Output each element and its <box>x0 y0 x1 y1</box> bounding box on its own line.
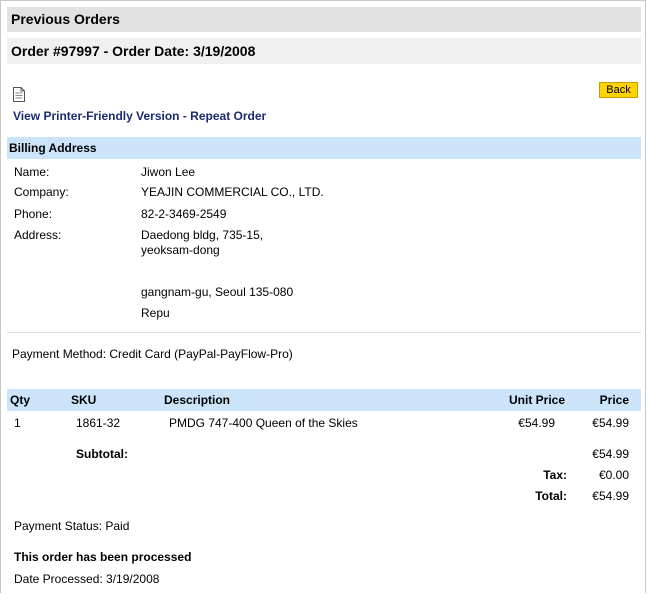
divider <box>7 332 641 333</box>
repeat-order-link[interactable]: Repeat Order <box>190 109 266 123</box>
tax-label: Tax: <box>543 468 567 482</box>
order-actions: View Printer-Friendly Version - Repeat O… <box>13 109 266 123</box>
address-line-1: Daedong bldg, 735-15, <box>141 228 264 242</box>
name-label: Name: <box>14 165 50 179</box>
payment-status: Payment Status: Paid <box>14 519 130 533</box>
row-price: €54.99 <box>592 416 629 430</box>
subtotal-value: €54.99 <box>592 447 629 461</box>
row-description: PMDG 747-400 Queen of the Skies <box>169 416 358 430</box>
items-table-header: Qty SKU Description Unit Price Price <box>7 389 641 411</box>
page-frame: Previous Orders Order #97997 - Order Dat… <box>0 0 646 593</box>
address-line-2: yeoksam-dong <box>141 243 220 257</box>
unit-price-header: Unit Price <box>508 393 565 407</box>
total-value: €54.99 <box>592 489 629 503</box>
phone-label: Phone: <box>14 207 53 221</box>
back-button[interactable]: Back <box>599 82 638 98</box>
total-label: Total: <box>535 489 567 503</box>
phone-value: 82-2-3469-2549 <box>141 207 227 221</box>
processed-heading: This order has been processed <box>14 550 192 564</box>
payment-method: Payment Method: Credit Card (PayPal-PayF… <box>12 347 293 361</box>
qty-header: Qty <box>10 393 31 407</box>
price-header: Price <box>599 393 629 407</box>
date-processed: Date Processed: 3/19/2008 <box>14 572 160 586</box>
page-title: Previous Orders <box>7 7 641 32</box>
row-sku: 1861-32 <box>76 416 121 430</box>
subtotal-label: Subtotal: <box>76 447 128 461</box>
printer-friendly-link[interactable]: View Printer-Friendly Version <box>13 109 180 123</box>
link-separator: - <box>179 109 191 123</box>
company-label: Company: <box>14 185 69 199</box>
company-value: YEAJIN COMMERCIAL CO., LTD. <box>141 185 324 199</box>
address-label: Address: <box>14 228 62 242</box>
description-header: Description <box>164 393 231 407</box>
row-qty: 1 <box>14 416 21 430</box>
address-line-3: gangnam-gu, Seoul 135-080 <box>141 285 294 299</box>
billing-address-heading: Billing Address <box>7 137 641 159</box>
document-icon <box>13 87 25 102</box>
sku-header: SKU <box>71 393 97 407</box>
tax-value: €0.00 <box>598 468 629 482</box>
row-unit-price: €54.99 <box>518 416 555 430</box>
table-row: 1 1861-32 PMDG 747-400 Queen of the Skie… <box>1 416 647 434</box>
address-line-4: Repu <box>141 306 170 320</box>
order-title: Order #97997 - Order Date: 3/19/2008 <box>7 38 641 64</box>
name-value: Jiwon Lee <box>141 165 196 179</box>
